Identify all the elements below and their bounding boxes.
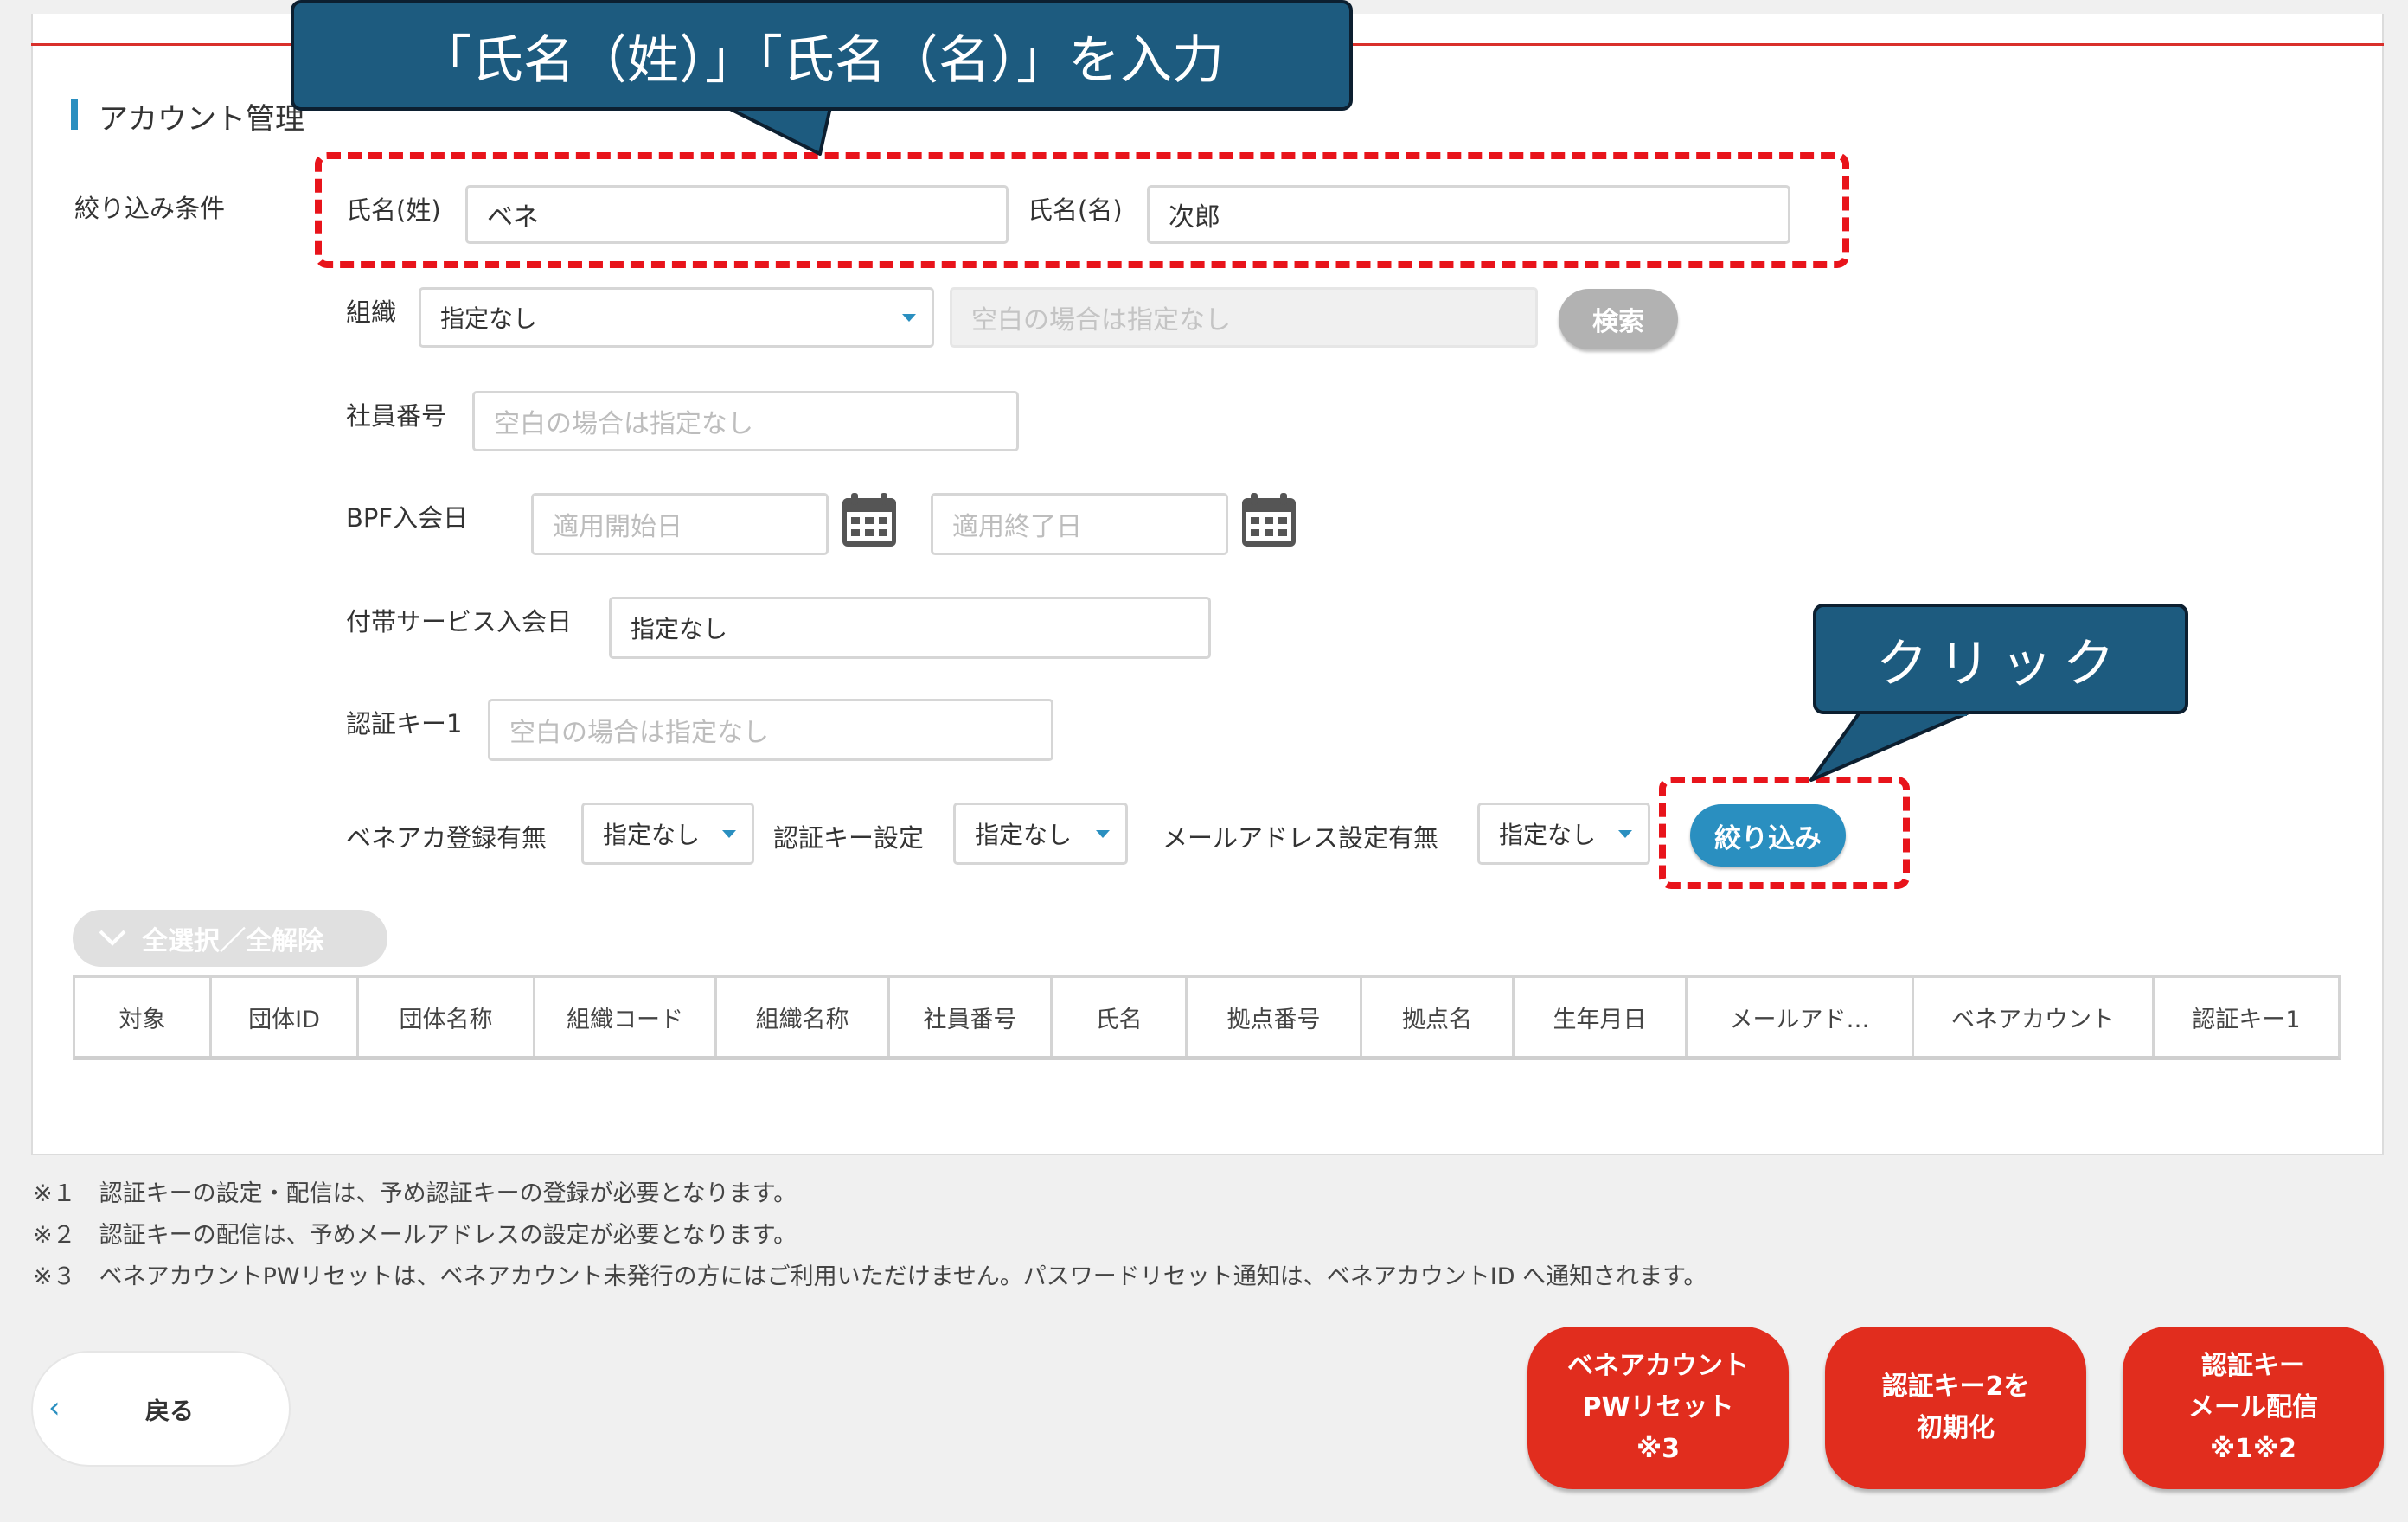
callout-pointers: [725, 100, 1970, 782]
click-callout: クリック: [1813, 604, 2188, 714]
name-input-callout: 「氏名（姓）」「氏名（名）」を入力: [291, 0, 1353, 111]
